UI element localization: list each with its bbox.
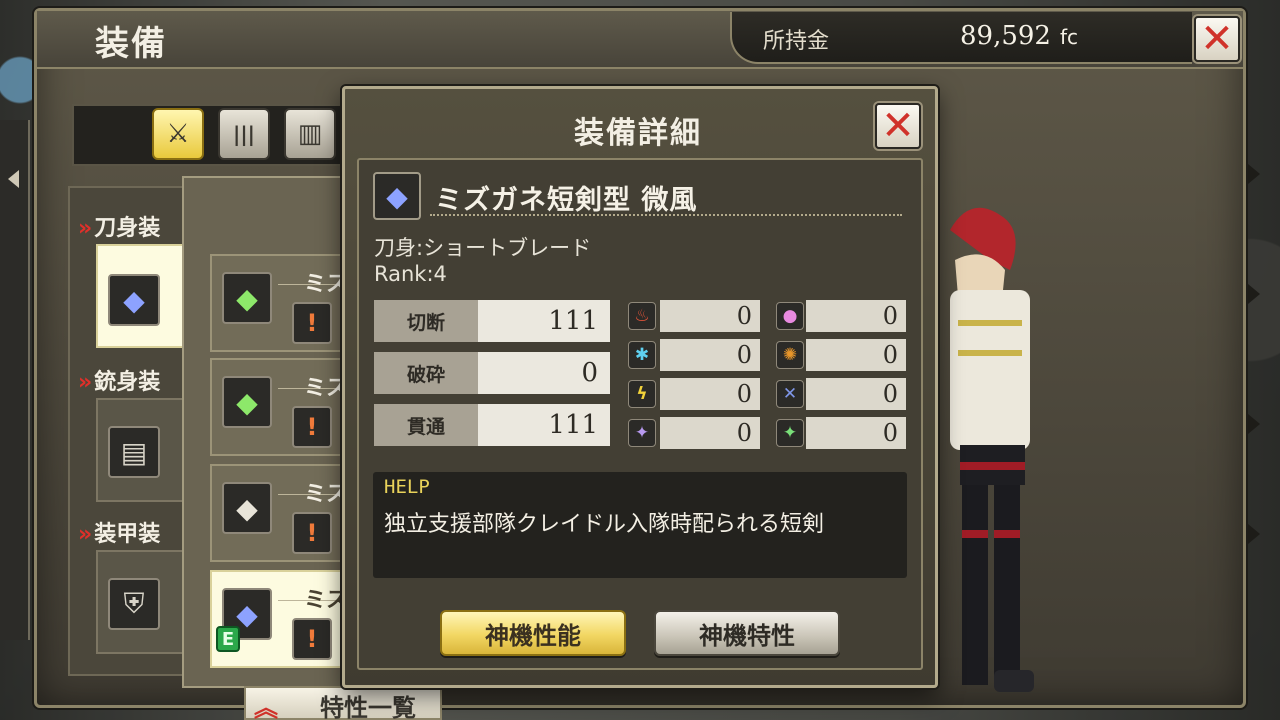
weapon-list-item[interactable]: ◆ ミス ! (210, 464, 350, 562)
trait-list-label: 特性一覧 (320, 694, 416, 720)
element-value-ice: 0 (660, 339, 760, 371)
green-blade-icon: ◆ (222, 376, 272, 428)
armor-icon: ⛨ (108, 578, 160, 630)
weapon-list-item-selected[interactable]: ◆ E ミス ! (210, 570, 350, 668)
money-value: 89,592 (960, 21, 1051, 51)
equipped-badge: E (216, 626, 240, 652)
weapon-rank: Rank:4 (374, 262, 447, 286)
weapon-traits-button[interactable]: 神機特性 (654, 610, 840, 656)
element-value-thunder: 0 (660, 378, 760, 410)
section-label: 刀身装 (94, 216, 161, 241)
right-arrow-icon[interactable] (1248, 284, 1260, 304)
chevron-icon: » (78, 522, 93, 547)
stat-value-crush: 0 (478, 352, 610, 394)
stat-value-slash: 111 (478, 300, 610, 342)
divider (430, 214, 902, 216)
weapon-performance-button[interactable]: 神機性能 (440, 610, 626, 656)
left-arrow-icon[interactable] (8, 170, 19, 188)
section-blade-parts: »刀身装 (78, 210, 160, 242)
help-title: HELP (384, 476, 430, 498)
sword-icon: ⚔ (166, 119, 190, 149)
element-value-7: 0 (806, 378, 906, 410)
weapon-part-icon: ! (292, 512, 332, 554)
left-side-panel (0, 120, 30, 640)
close-icon: ✕ (1200, 16, 1234, 62)
thunder-icon: ϟ (628, 380, 656, 408)
weapon-list-item[interactable]: ◆ ミス ! (210, 254, 350, 352)
green-blade-icon: ◆ (222, 272, 272, 324)
bullets-icon: ||| (233, 122, 255, 146)
pink-orb-icon: ● (776, 302, 804, 330)
section-barrel-parts: »銃身装 (78, 364, 160, 396)
weapon-list-item[interactable]: ◆ ミス ! (210, 358, 350, 456)
stat-label-crush: 破砕 (374, 352, 478, 394)
element-value-divine: 0 (660, 417, 760, 449)
dialog-title: 装備詳細 (574, 116, 702, 151)
slot-barrel[interactable]: ▤ (96, 398, 186, 502)
chevron-icon: » (78, 216, 93, 241)
stat-label-pierce: 貫通 (374, 404, 478, 446)
blade-icon: ◆ (373, 172, 421, 220)
slot-armor[interactable]: ⛨ (96, 550, 186, 654)
tab-ammo[interactable]: ||| (218, 108, 270, 160)
tab-armor[interactable]: ▥ (284, 108, 336, 160)
element-value-5: 0 (806, 300, 906, 332)
close-window-button[interactable]: ✕ (1194, 16, 1240, 62)
money-unit: fc (1060, 25, 1079, 49)
close-icon: ✕ (881, 103, 915, 149)
element-value-fire: 0 (660, 300, 760, 332)
armor-plate-icon: ▥ (297, 119, 323, 149)
section-label: 装甲装 (94, 522, 161, 547)
stat-value-pierce: 111 (478, 404, 610, 446)
crossed-blades-icon: ✕ (776, 380, 804, 408)
right-arrow-icon[interactable] (1248, 414, 1260, 434)
slot-blade[interactable]: ◆ (96, 244, 186, 348)
green-star-icon: ✦ (776, 419, 804, 447)
close-dialog-button[interactable]: ✕ (875, 103, 921, 149)
character-model (950, 207, 1034, 692)
white-blade-icon: ◆ (222, 482, 272, 534)
weapon-type: 刀身:ショートブレード (374, 236, 592, 260)
barrel-icon: ▤ (108, 426, 160, 478)
weapon-name: ミズガネ短剣型 微風 (435, 185, 698, 216)
chevron-up-icon: ︽ (254, 694, 278, 720)
help-description: 独立支援部隊クレイドル入隊時配られる短剣 (384, 512, 825, 537)
ice-icon: ✱ (628, 341, 656, 369)
weapon-part-icon: ! (292, 618, 332, 660)
right-arrow-icon[interactable] (1248, 164, 1260, 184)
section-label: 銃身装 (94, 370, 161, 395)
section-armor-parts: »装甲装 (78, 516, 160, 548)
money-label: 所持金 (763, 29, 830, 54)
weapon-part-icon: ! (292, 302, 332, 344)
fire-icon: ♨ (628, 302, 656, 330)
chevron-icon: » (78, 370, 93, 395)
page-title: 装備 (95, 24, 167, 64)
weapon-part-icon: ! (292, 406, 332, 448)
divine-icon: ✦ (628, 419, 656, 447)
right-arrow-icon[interactable] (1248, 524, 1260, 544)
stat-label-slash: 切断 (374, 300, 478, 342)
element-value-6: 0 (806, 339, 906, 371)
element-value-8: 0 (806, 417, 906, 449)
burst-icon: ✺ (776, 341, 804, 369)
tab-blade[interactable]: ⚔ (152, 108, 204, 160)
blade-icon: ◆ (108, 274, 160, 326)
